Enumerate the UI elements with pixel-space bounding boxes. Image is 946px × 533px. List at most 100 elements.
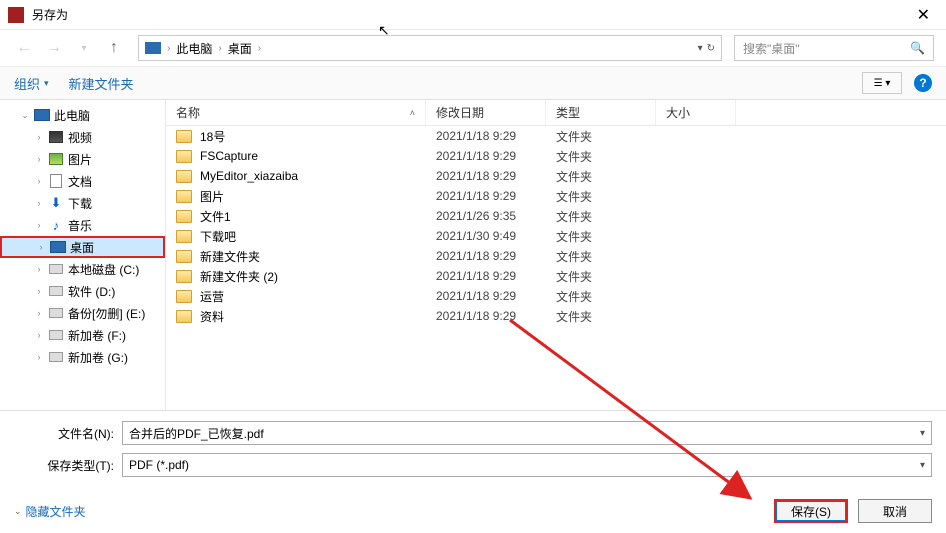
back-button[interactable]: ←: [12, 36, 36, 60]
filename-value: 合并后的PDF_已恢复.pdf: [129, 425, 264, 442]
folder-icon: [176, 310, 192, 323]
chevron-right-icon: ›: [218, 43, 221, 54]
folder-icon: [176, 130, 192, 143]
file-date: 2021/1/18 9:29: [426, 189, 546, 203]
caret-right-icon: ›: [34, 176, 44, 186]
column-size[interactable]: 大小: [656, 100, 736, 125]
folder-icon: [176, 290, 192, 303]
file-row[interactable]: MyEditor_xiazaiba2021/1/18 9:29文件夹: [166, 166, 946, 186]
view-mode-button[interactable]: ☰ ▾: [862, 72, 902, 94]
chevron-down-icon[interactable]: ▾: [920, 428, 925, 439]
file-row[interactable]: 新建文件夹 (2)2021/1/18 9:29文件夹: [166, 266, 946, 286]
search-input[interactable]: 搜索"桌面" 🔍: [734, 35, 934, 61]
breadcrumb-item[interactable]: 此电脑: [176, 40, 212, 57]
chevron-down-icon[interactable]: ▾: [698, 43, 703, 54]
disk-icon: [48, 350, 64, 364]
folder-icon: [176, 230, 192, 243]
file-name: MyEditor_xiazaiba: [200, 169, 298, 183]
file-row[interactable]: 下载吧 2021/1/30 9:49文件夹: [166, 226, 946, 246]
column-date[interactable]: 修改日期: [426, 100, 546, 125]
file-row[interactable]: 资料2021/1/18 9:29文件夹: [166, 306, 946, 326]
file-type: 文件夹: [546, 128, 656, 145]
chevron-down-icon: ▾: [44, 78, 49, 89]
caret-right-icon: ›: [34, 286, 44, 296]
cancel-button[interactable]: 取消: [858, 499, 932, 523]
tree-label: 新加卷 (F:): [68, 327, 126, 344]
sidebar-item-5[interactable]: ›桌面: [0, 236, 165, 258]
sidebar: ⌄ 此电脑 ›视频›图片›文档›⬇下载›♪音乐›桌面›本地磁盘 (C:)›软件 …: [0, 100, 166, 410]
organize-button[interactable]: 组织 ▾: [14, 74, 49, 93]
sidebar-item-7[interactable]: ›软件 (D:): [0, 280, 165, 302]
sort-caret-icon: ˄: [410, 108, 415, 118]
tree-label: 下载: [68, 195, 92, 212]
folder-icon: [176, 270, 192, 283]
up-button[interactable]: ↑: [102, 36, 126, 60]
file-row[interactable]: 运营2021/1/18 9:29文件夹: [166, 286, 946, 306]
sidebar-item-4[interactable]: ›♪音乐: [0, 214, 165, 236]
file-row[interactable]: 文件12021/1/26 9:35文件夹: [166, 206, 946, 226]
organize-label: 组织: [14, 74, 40, 93]
chevron-down-icon: ⌄: [14, 506, 22, 517]
file-row[interactable]: 新建文件夹2021/1/18 9:29文件夹: [166, 246, 946, 266]
file-date: 2021/1/18 9:29: [426, 149, 546, 163]
filetype-select[interactable]: PDF (*.pdf) ▾: [122, 453, 932, 477]
file-row[interactable]: FSCapture2021/1/18 9:29文件夹: [166, 146, 946, 166]
history-dropdown-icon[interactable]: ▾: [72, 36, 96, 60]
new-folder-button[interactable]: 新建文件夹: [69, 74, 134, 93]
forward-button[interactable]: →: [42, 36, 66, 60]
download-icon: ⬇: [48, 196, 64, 210]
caret-right-icon: ›: [34, 330, 44, 340]
file-date: 2021/1/18 9:29: [426, 169, 546, 183]
tree-label: 图片: [68, 151, 92, 168]
search-icon: 🔍: [910, 41, 925, 55]
file-type: 文件夹: [546, 148, 656, 165]
sidebar-item-10[interactable]: ›新加卷 (G:): [0, 346, 165, 368]
file-type: 文件夹: [546, 228, 656, 245]
window-title: 另存为: [32, 6, 909, 23]
file-date: 2021/1/18 9:29: [426, 249, 546, 263]
refresh-icon[interactable]: ↻: [707, 43, 715, 54]
sidebar-item-3[interactable]: ›⬇下载: [0, 192, 165, 214]
file-type: 文件夹: [546, 248, 656, 265]
hide-folders-label: 隐藏文件夹: [26, 503, 86, 520]
hide-folders-toggle[interactable]: ⌄ 隐藏文件夹: [14, 503, 86, 520]
folder-icon: [176, 210, 192, 223]
file-type: 文件夹: [546, 268, 656, 285]
sidebar-item-6[interactable]: ›本地磁盘 (C:): [0, 258, 165, 280]
file-list: 18号2021/1/18 9:29文件夹FSCapture2021/1/18 9…: [166, 126, 946, 410]
caret-right-icon: ›: [34, 308, 44, 318]
file-row[interactable]: 18号2021/1/18 9:29文件夹: [166, 126, 946, 146]
file-name: 资料: [200, 308, 224, 325]
close-icon[interactable]: ✕: [909, 5, 938, 25]
file-name: 文件1: [200, 208, 231, 225]
music-icon: ♪: [48, 218, 64, 232]
caret-down-icon: ⌄: [20, 110, 30, 121]
tree-label: 文档: [68, 173, 92, 190]
sidebar-item-8[interactable]: ›备份[勿删] (E:): [0, 302, 165, 324]
file-row[interactable]: 图片2021/1/18 9:29文件夹: [166, 186, 946, 206]
file-name: 下载吧: [200, 228, 236, 245]
save-button[interactable]: 保存(S): [774, 499, 848, 523]
column-type[interactable]: 类型: [546, 100, 656, 125]
pc-icon: [34, 109, 50, 121]
file-date: 2021/1/18 9:29: [426, 289, 546, 303]
tree-root-this-pc[interactable]: ⌄ 此电脑: [0, 104, 165, 126]
disk-icon: [48, 262, 64, 276]
help-icon[interactable]: ?: [914, 74, 932, 92]
sidebar-item-9[interactable]: › 新加卷 (F:): [0, 324, 165, 346]
file-date: 2021/1/18 9:29: [426, 309, 546, 323]
caret-right-icon: ›: [34, 132, 44, 142]
breadcrumb-item[interactable]: 桌面: [228, 40, 252, 57]
sidebar-item-1[interactable]: ›图片: [0, 148, 165, 170]
filetype-value: PDF (*.pdf): [129, 458, 189, 472]
doc-icon: [48, 174, 64, 188]
file-date: 2021/1/30 9:49: [426, 229, 546, 243]
sidebar-item-2[interactable]: › 文档: [0, 170, 165, 192]
column-name-label: 名称: [176, 104, 200, 121]
folder-icon: [176, 170, 192, 183]
sidebar-item-0[interactable]: ›视频: [0, 126, 165, 148]
column-name[interactable]: 名称 ˄: [166, 100, 426, 125]
filename-input[interactable]: 合并后的PDF_已恢复.pdf ▾: [122, 421, 932, 445]
address-bar[interactable]: › 此电脑 › 桌面 › ▾ ↻: [138, 35, 722, 61]
chevron-down-icon[interactable]: ▾: [920, 460, 925, 471]
